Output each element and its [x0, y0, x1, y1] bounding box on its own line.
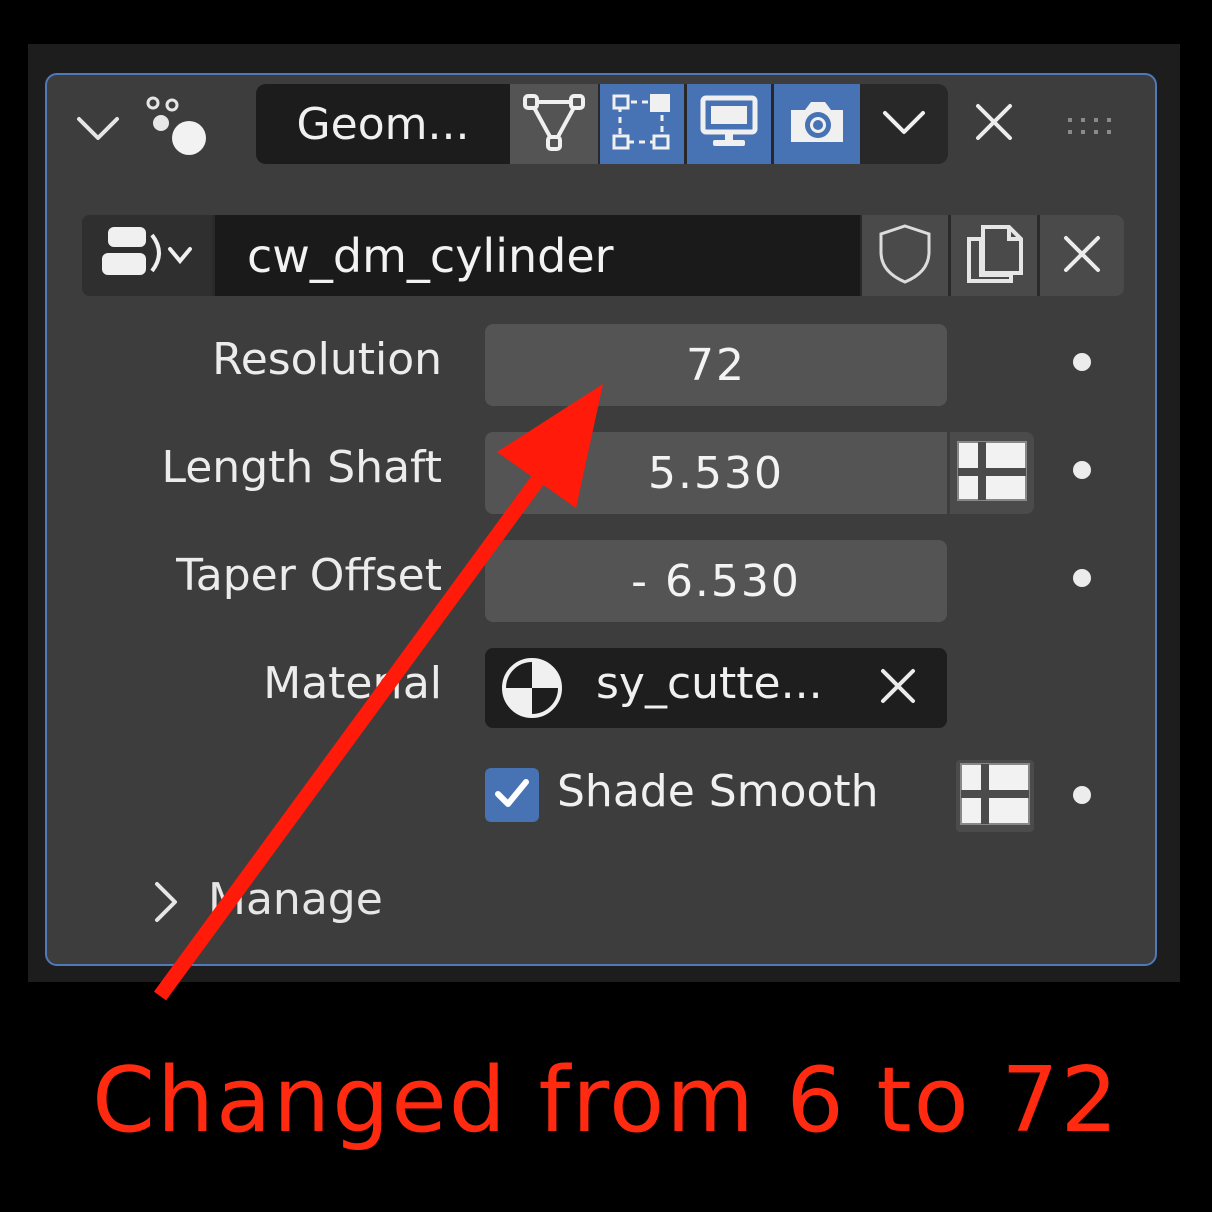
annotation-caption: Changed from 6 to 72 [92, 1047, 1120, 1153]
annotation-arrow [153, 384, 603, 1001]
